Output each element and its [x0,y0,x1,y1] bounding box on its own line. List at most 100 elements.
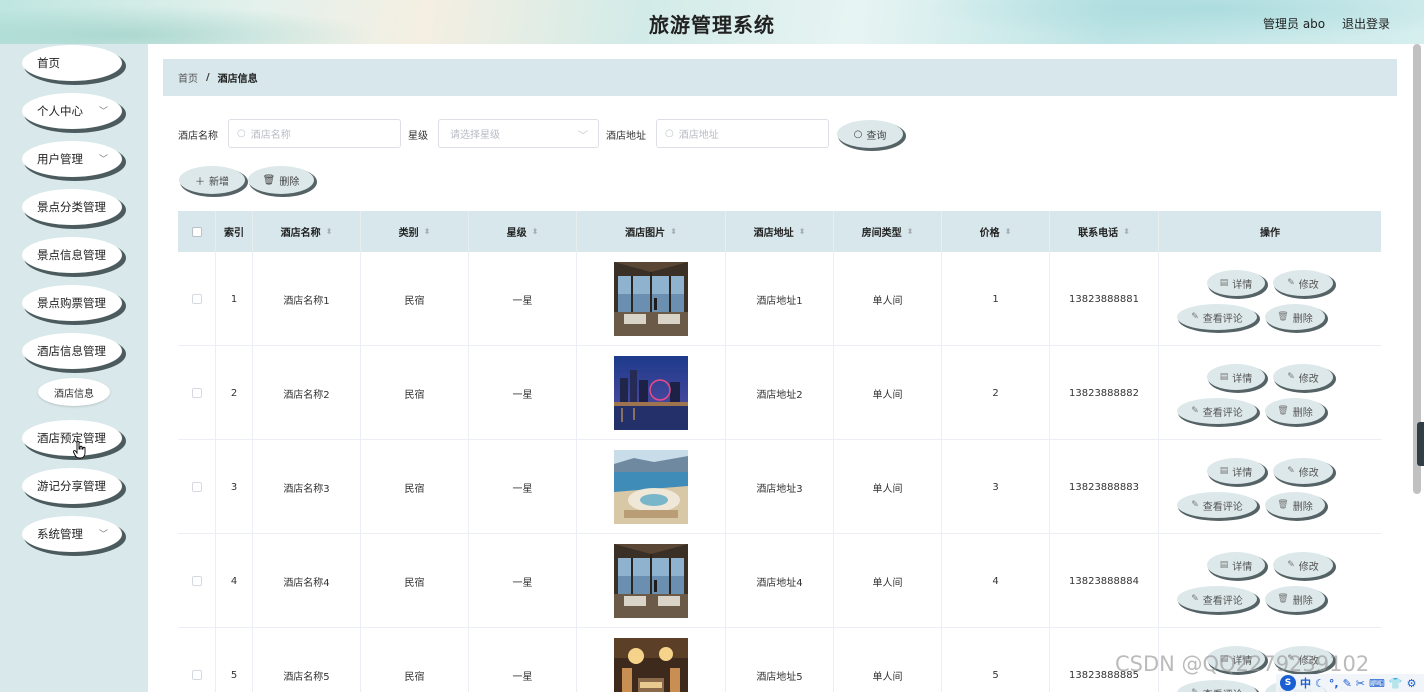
delete-button[interactable]: 🗑删除 [1265,304,1325,330]
cell-image [577,534,726,628]
hotel-image[interactable] [614,262,688,336]
col-room-type[interactable]: 房间类型 ⬍ [834,211,942,252]
settings-icon[interactable]: ⚙ [1407,677,1417,690]
shirt-icon[interactable]: 👕 [1389,677,1403,690]
hotel-image[interactable] [614,544,688,618]
hotel-address-input[interactable]: ○ 酒店地址 [656,119,829,148]
detail-button[interactable]: ▤ 详情 [1207,458,1265,484]
col-price[interactable]: 价格 ⬍ [942,211,1050,252]
keyboard-icon[interactable]: ⌨ [1369,677,1385,690]
view-comments-button[interactable]: ✎查看评论 [1177,680,1257,692]
select-all-checkbox[interactable] [191,226,202,237]
delete-button-label: 删除 [1292,407,1313,419]
col-name[interactable]: 酒店名称 ⬍ [253,211,361,252]
query-button[interactable]: ○ 查询 [837,120,903,148]
ime-mode[interactable]: 中 [1300,675,1311,691]
edit-icon: ✎ [1191,312,1199,322]
view-comments-button[interactable]: ✎查看评论 [1177,398,1257,424]
sidebar-item-system-management[interactable]: 系统管理 ﹀ [22,516,122,552]
hotel-image[interactable] [614,450,688,524]
row-checkbox[interactable] [191,576,202,586]
sort-icon[interactable]: ⬍ [424,227,431,236]
sort-icon[interactable]: ⬍ [799,227,806,236]
ime-toolbar[interactable]: S 中 ☾ °, ✎ ✂ ⌨ 👕 ⚙ [1276,674,1424,692]
top-header: 旅游管理系统 管理员 abo 退出登录 [0,0,1424,44]
sidebar-item-scenic-category[interactable]: 景点分类管理 [22,189,122,225]
edit-button[interactable]: ✎ 修改 [1273,458,1333,484]
sidebar-item-scenic-tickets[interactable]: 景点购票管理 [22,285,122,321]
logout-link[interactable]: 退出登录 [1342,15,1390,32]
side-panel-handle[interactable] [1417,422,1424,466]
view-comments-button[interactable]: ✎查看评论 [1177,304,1257,330]
punctuation-icon[interactable]: °, [1329,677,1339,690]
row-checkbox[interactable] [191,388,202,398]
cell-type: 民宿 [361,628,469,692]
watermark: CSDN @QQ2279239102 [1115,652,1370,676]
detail-button[interactable]: ▤ 详情 [1207,364,1265,390]
col-actions-label: 操作 [1260,228,1280,239]
sidebar-item-home[interactable]: 首页 [22,45,122,81]
view-comments-button[interactable]: ✎查看评论 [1177,492,1257,518]
row-checkbox[interactable] [191,482,202,492]
cell-price: 4 [942,534,1050,628]
row-checkbox[interactable] [191,294,202,304]
edit-button-label: 修改 [1298,467,1319,479]
col-star[interactable]: 星级 ⬍ [469,211,577,252]
hotel-name-input[interactable]: ○ 酒店名称 [228,119,401,148]
add-button[interactable]: ＋ 新增 [179,166,245,194]
document-icon: ▤ [1219,466,1229,476]
edit-button[interactable]: ✎ 修改 [1273,364,1333,390]
col-image[interactable]: 酒店图片 ⬍ [577,211,726,252]
col-address[interactable]: 酒店地址 ⬍ [726,211,834,252]
row-checkbox[interactable] [191,670,202,680]
cell-type: 民宿 [361,534,469,628]
sort-icon[interactable]: ⬍ [326,227,333,236]
col-name-label: 酒店名称 [280,228,321,239]
sidebar-item-hotel-booking[interactable]: 酒店预定管理 [22,420,122,456]
sort-icon[interactable]: ⬍ [532,227,539,236]
edit-icon: ✎ [1191,594,1199,604]
edit-icon: ✎ [1191,688,1199,692]
col-price-label: 价格 [979,228,1000,239]
col-phone[interactable]: 联系电话 ⬍ [1050,211,1159,252]
edit-icon: ✎ [1191,406,1199,416]
col-type[interactable]: 类别 ⬍ [361,211,469,252]
pen-icon[interactable]: ✎ [1343,677,1352,690]
sort-icon[interactable]: ⬍ [670,227,677,236]
star-select[interactable]: 请选择星级 ﹀ [438,119,599,148]
sidebar-item-personal-center[interactable]: 个人中心 ﹀ [22,93,122,129]
moon-icon[interactable]: ☾ [1315,677,1325,690]
plus-icon: ＋ [195,176,205,188]
col-index-label: 索引 [224,228,244,239]
sidebar-item-label: 景点购票管理 [37,296,106,310]
delete-button[interactable]: 🗑删除 [1265,398,1325,424]
batch-delete-button[interactable]: 🗑 删除 [248,166,314,194]
edit-button[interactable]: ✎ 修改 [1273,270,1333,296]
sort-icon[interactable]: ⬍ [1005,227,1012,236]
edit-button[interactable]: ✎ 修改 [1273,552,1333,578]
detail-button[interactable]: ▤ 详情 [1207,270,1265,296]
submenu-item-hotel-info[interactable]: 酒店信息 [38,378,110,406]
hotel-address-placeholder: 酒店地址 [678,130,719,141]
delete-button-label: 删除 [1292,595,1313,607]
trash-icon: 🗑 [1277,406,1289,416]
sort-icon[interactable]: ⬍ [907,227,914,236]
ime-logo-icon: S [1280,675,1296,691]
view-comments-button[interactable]: ✎查看评论 [1177,586,1257,612]
sidebar-item-scenic-info[interactable]: 景点信息管理 [22,237,122,273]
hotel-address-label: 酒店地址 [606,131,646,142]
cell-price: 2 [942,346,1050,440]
delete-button[interactable]: 🗑删除 [1265,586,1325,612]
sort-icon[interactable]: ⬍ [1123,227,1130,236]
delete-button-label: 删除 [1292,313,1313,325]
sidebar-item-user-management[interactable]: 用户管理 ﹀ [22,141,122,177]
delete-button[interactable]: 🗑删除 [1265,492,1325,518]
sidebar-item-hotel-info-management[interactable]: 酒店信息管理 [22,333,122,369]
hotel-image[interactable] [614,638,688,692]
detail-button[interactable]: ▤ 详情 [1207,552,1265,578]
sidebar-item-travel-notes[interactable]: 游记分享管理 [22,468,122,504]
scissors-icon[interactable]: ✂ [1356,677,1365,690]
breadcrumb-home[interactable]: 首页 [178,70,198,85]
cell-index: 4 [216,534,253,628]
hotel-image[interactable] [614,356,688,430]
